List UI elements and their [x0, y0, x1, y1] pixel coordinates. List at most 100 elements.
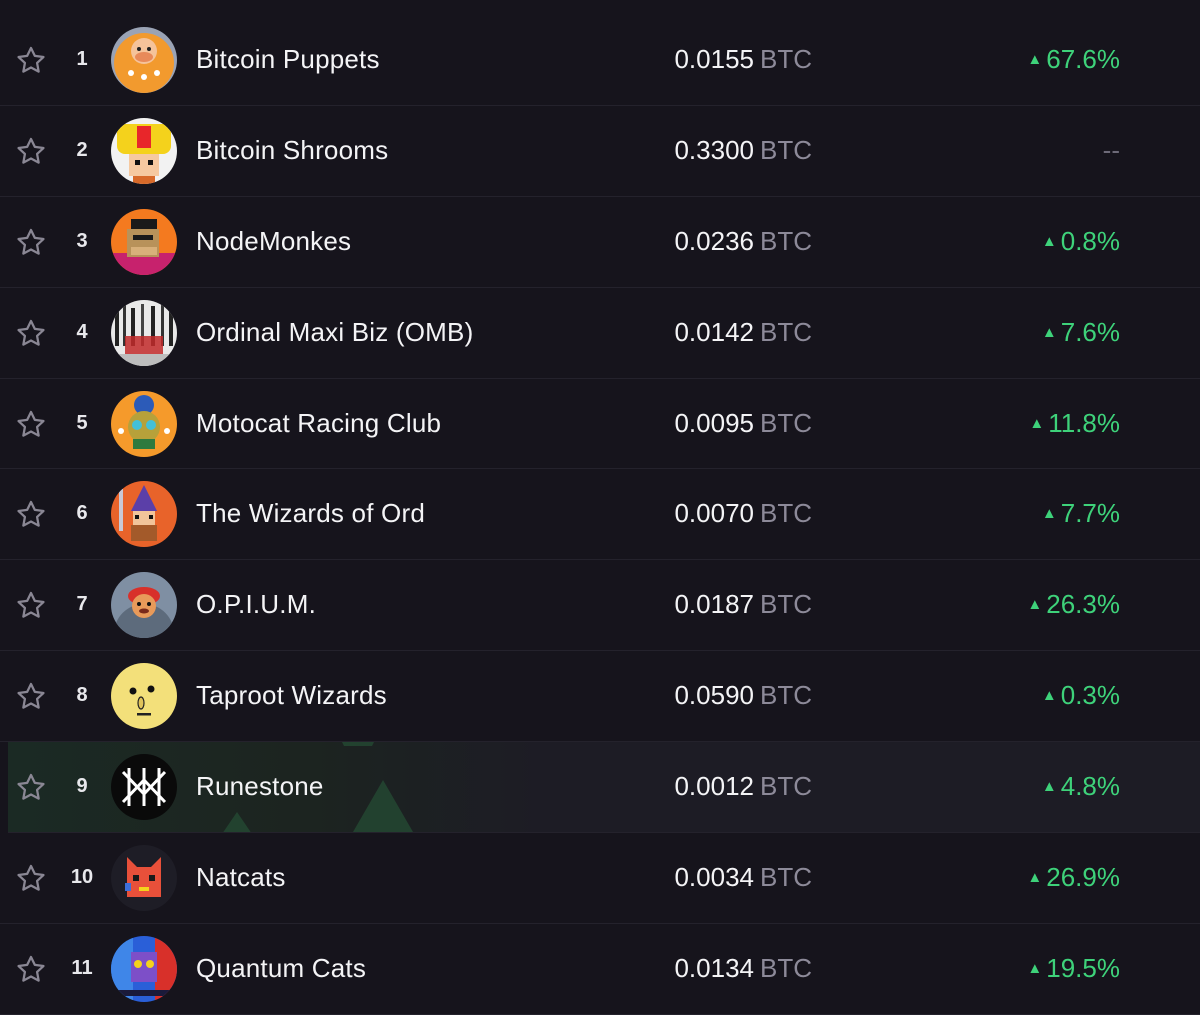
motocat-avatar[interactable]: [111, 390, 177, 457]
bitcoin-shrooms-avatar[interactable]: [111, 117, 177, 184]
runestone-avatar[interactable]: [111, 754, 177, 821]
price-unit: BTC: [760, 44, 812, 74]
star-icon[interactable]: [14, 498, 48, 532]
triangle-up-icon: ▲: [1027, 959, 1043, 977]
floor-price: 0.0236 BTC: [674, 226, 812, 257]
collection-name[interactable]: Bitcoin Puppets: [196, 44, 380, 75]
collection-name[interactable]: Ordinal Maxi Biz (OMB): [196, 317, 473, 348]
list-item[interactable]: 1 Bitcoin Puppets 0.0155 BTC ▲ 67.6%: [0, 15, 1200, 106]
collection-name[interactable]: The Wizards of Ord: [196, 498, 425, 529]
rank-number: 11: [71, 956, 93, 979]
quantum-cats-avatar[interactable]: [111, 935, 177, 1002]
price-change: ▲ 11.8%: [1029, 408, 1120, 439]
star-icon[interactable]: [14, 680, 48, 714]
floor-price: 0.0012 BTC: [674, 771, 812, 802]
star-icon[interactable]: [14, 953, 48, 987]
price-value: 0.0236: [674, 225, 754, 256]
price-unit: BTC: [760, 316, 812, 347]
floor-price: 0.3300 BTC: [674, 135, 812, 166]
background-decoration: [353, 780, 413, 833]
change-value: 0.3%: [1060, 680, 1120, 711]
price-unit: BTC: [760, 952, 812, 983]
list-item[interactable]: 4 Ordinal Maxi Biz (OMB) 0.0142 BTC ▲ 7.6%: [0, 288, 1200, 379]
collection-name[interactable]: NodeMonkes: [196, 226, 351, 257]
rank-number: 9: [76, 775, 88, 798]
triangle-up-icon: ▲: [1041, 687, 1057, 705]
star-icon[interactable]: [14, 771, 48, 805]
background-decoration: [342, 742, 374, 747]
price-value: 0.0590: [674, 680, 754, 711]
collection-name[interactable]: Motocat Racing Club: [196, 408, 441, 439]
bitcoin-puppets-avatar[interactable]: [111, 27, 177, 93]
triangle-up-icon: ▲: [1041, 232, 1057, 250]
list-item-highlighted[interactable]: 9 Runestone 0.0012 BTC ▲ 4.8%: [8, 742, 1200, 834]
change-value: 19.5%: [1046, 952, 1120, 983]
price-change: ▲ 26.3%: [1027, 589, 1120, 620]
floor-price: 0.0155 BTC: [674, 44, 812, 75]
list-item[interactable]: 2 Bitcoin Shrooms 0.3300 BTC --: [0, 106, 1200, 197]
price-unit: BTC: [760, 771, 812, 802]
price-unit: BTC: [760, 589, 812, 620]
price-unit: BTC: [760, 862, 812, 893]
collection-name[interactable]: Bitcoin Shrooms: [196, 135, 388, 166]
price-change: ▲ 67.6%: [1027, 44, 1120, 75]
star-icon[interactable]: [14, 862, 48, 896]
price-value: 0.0095: [674, 407, 754, 438]
star-icon[interactable]: [14, 408, 48, 442]
rank-number: 3: [76, 229, 88, 252]
star-icon[interactable]: [14, 226, 48, 260]
price-change: ▲ 0.8%: [1042, 226, 1120, 257]
floor-price: 0.0187 BTC: [674, 589, 812, 620]
nodemonkes-avatar[interactable]: [111, 208, 177, 275]
price-unit: BTC: [760, 407, 812, 438]
triangle-up-icon: ▲: [1027, 596, 1043, 614]
price-change: ▲ 26.9%: [1027, 862, 1120, 893]
star-icon[interactable]: [14, 135, 48, 169]
opium-avatar[interactable]: [111, 572, 177, 639]
taproot-wizards-avatar[interactable]: [111, 663, 177, 730]
collection-name[interactable]: Runestone: [196, 771, 324, 802]
price-value: 0.0034: [674, 862, 754, 893]
rank-number: 4: [76, 320, 88, 343]
collection-name[interactable]: Natcats: [196, 862, 286, 893]
rank-number: 2: [76, 138, 88, 161]
star-icon[interactable]: [14, 589, 48, 623]
rank-number: 1: [76, 48, 88, 70]
collection-name[interactable]: Taproot Wizards: [196, 680, 387, 711]
list-item[interactable]: 3 NodeMonkes 0.0236 BTC ▲ 0.8%: [0, 197, 1200, 288]
price-value: 0.3300: [674, 134, 754, 165]
floor-price: 0.0590 BTC: [674, 680, 812, 711]
rank-number: 7: [76, 593, 88, 616]
price-change: ▲ 7.6%: [1042, 317, 1120, 348]
rank-number: 10: [70, 866, 94, 889]
star-icon[interactable]: [14, 44, 48, 78]
list-item[interactable]: 8 Taproot Wizards 0.0590 BTC ▲ 0.3%: [0, 651, 1200, 743]
rank-number: 6: [76, 502, 88, 525]
list-item[interactable]: 11 Quantum Cats 0.0134 BTC ▲ 19.5%: [0, 924, 1200, 1015]
price-change: ▲ 0.3%: [1042, 680, 1120, 711]
change-value: 11.8%: [1048, 407, 1120, 438]
floor-price: 0.0070 BTC: [674, 498, 812, 529]
price-value: 0.0155: [674, 44, 754, 74]
price-value: 0.0012: [674, 771, 754, 802]
star-icon[interactable]: [14, 317, 48, 351]
triangle-up-icon: ▲: [1041, 778, 1057, 796]
background-decoration: [223, 812, 251, 833]
rank-number: 8: [76, 684, 88, 707]
collection-name[interactable]: Quantum Cats: [196, 953, 366, 984]
price-value: 0.0070: [674, 498, 754, 529]
list-item[interactable]: 6 The Wizards of Ord 0.0070 BTC ▲ 7.7%: [0, 469, 1200, 561]
list-item[interactable]: 10 Natcats 0.0034 BTC ▲ 26.9%: [0, 833, 1200, 924]
collection-name[interactable]: O.P.I.U.M.: [196, 589, 316, 620]
floor-price: 0.0134 BTC: [674, 953, 812, 984]
list-item[interactable]: 5 Motocat Racing Club 0.0095 BTC ▲ 11.8%: [0, 379, 1200, 470]
wizards-of-ord-avatar[interactable]: [111, 481, 177, 548]
change-value: 26.9%: [1046, 862, 1120, 893]
floor-price: 0.0142 BTC: [674, 317, 812, 348]
list-item[interactable]: 7 O.P.I.U.M. 0.0187 BTC ▲ 26.3%: [0, 560, 1200, 652]
price-value: 0.0134: [674, 952, 754, 983]
change-value: 0.8%: [1060, 225, 1120, 256]
triangle-up-icon: ▲: [1041, 505, 1057, 523]
omb-avatar[interactable]: [111, 299, 177, 366]
natcats-avatar[interactable]: [111, 845, 177, 912]
